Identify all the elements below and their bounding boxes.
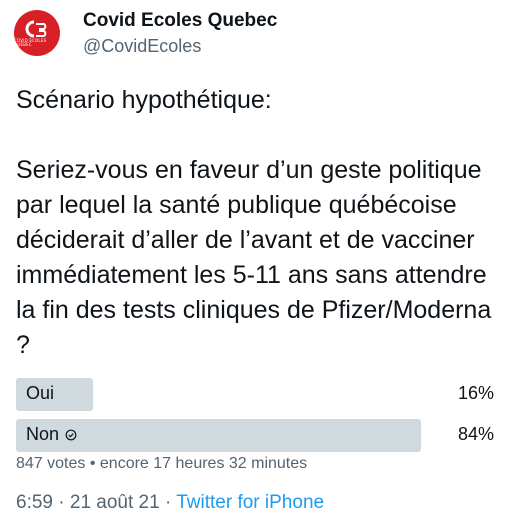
user-handle[interactable]: @CovidEcoles <box>83 36 201 57</box>
poll-meta: 847 votes • encore 17 heures 32 minutes <box>16 455 307 473</box>
tweet-date[interactable]: 21 août 21 <box>70 492 160 513</box>
poll-option-text: Non <box>26 424 60 444</box>
covid-logo-icon <box>25 20 47 37</box>
poll-option-label: Oui <box>26 383 54 404</box>
tweet-source-link[interactable]: Twitter for iPhone <box>176 492 324 513</box>
poll-option-non: Non 84% <box>16 419 498 452</box>
poll-meta-separator: • <box>89 455 96 472</box>
avatar[interactable]: COVID ÉCOLES QUÉBEC <box>14 10 60 56</box>
poll-option-label: Non <box>26 424 77 445</box>
meta-separator: · <box>164 492 172 513</box>
tweet-text: Scénario hypothétique: Seriez-vous en fa… <box>16 86 492 359</box>
display-name[interactable]: Covid Ecoles Quebec <box>83 10 277 32</box>
meta-separator: · <box>58 492 65 513</box>
poll-option-oui: Oui 16% <box>16 378 498 411</box>
poll-vote-count: 847 votes <box>16 455 86 472</box>
avatar-text: COVID ÉCOLES QUÉBEC <box>14 37 47 47</box>
poll-option-percent: 16% <box>457 383 494 403</box>
tweet-meta: 6:59 · 21 août 21 · Twitter for iPhone <box>16 492 324 514</box>
poll-option-percent: 84% <box>457 424 494 444</box>
check-circle-icon <box>65 429 77 440</box>
poll: Oui 16% Non 84% <box>16 378 498 460</box>
tweet-time[interactable]: 6:59 <box>16 492 53 513</box>
poll-time-left: encore 17 heures 32 minutes <box>99 455 308 472</box>
poll-option-text: Oui <box>26 383 55 403</box>
